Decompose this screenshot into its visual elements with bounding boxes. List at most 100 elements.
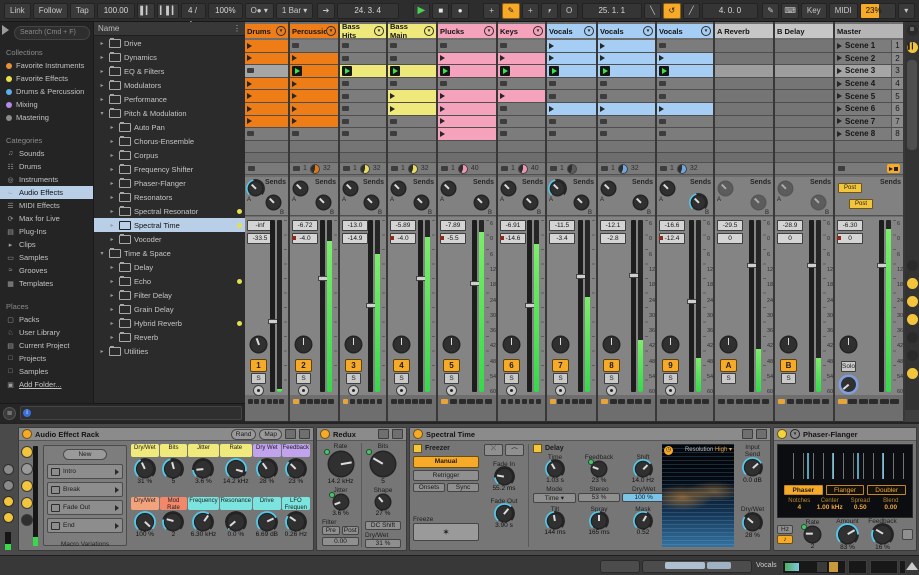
solo-button[interactable]: S [721, 373, 736, 384]
macro-knob[interactable] [227, 513, 244, 530]
freeze-manual-button[interactable]: Manual [413, 456, 479, 468]
mixer-toggle-2[interactable] [906, 296, 918, 307]
freezer-toggle[interactable] [413, 444, 422, 453]
cpu-meter[interactable]: 23% [859, 2, 896, 19]
clip-slot[interactable] [290, 90, 338, 103]
clip-slot[interactable] [388, 115, 436, 129]
tree-arrow-icon[interactable]: ▸ [98, 40, 106, 47]
clip-slot[interactable] [290, 52, 338, 66]
send-b-knob[interactable] [365, 196, 378, 209]
track-activator-button[interactable]: 2 [295, 359, 312, 372]
spray-knob[interactable] [592, 514, 606, 528]
send-a-knob[interactable] [551, 182, 564, 195]
delay-toggle[interactable] [533, 444, 542, 453]
clip-slot[interactable] [775, 115, 833, 129]
tree-item-modulators[interactable]: ▸ Modulators [94, 78, 245, 92]
macro-knob[interactable] [195, 513, 212, 530]
clip-slot[interactable] [547, 115, 596, 129]
track-header[interactable]: Plucks ▾ [438, 24, 496, 38]
expand-icon[interactable]: ▾ [790, 429, 800, 439]
track-activator-button[interactable]: 8 [603, 359, 620, 372]
device-gutter-toggle-0[interactable] [3, 464, 14, 475]
track-header[interactable]: Bass Hits ▾ [340, 22, 386, 40]
rack-toggle-2[interactable] [21, 480, 33, 492]
clip-slot[interactable] [498, 115, 545, 129]
scene-launch-icon[interactable] [837, 42, 842, 49]
scene-slot[interactable]: Scene 7 7 [835, 115, 903, 129]
clip-slot[interactable] [438, 52, 496, 66]
arm-record-button[interactable] [606, 385, 617, 396]
sidebar-item-audio-effects[interactable]: ⨽ Audio Effects [0, 186, 93, 199]
tree-arrow-icon[interactable]: ▾ [98, 250, 106, 257]
clip-slot[interactable] [657, 65, 713, 78]
clip-launch-icon[interactable] [292, 105, 297, 112]
track-activator-button[interactable]: 1 [250, 359, 267, 372]
stop-all-icon[interactable] [501, 166, 508, 171]
clip-launch-icon[interactable] [292, 118, 297, 125]
clip-slot[interactable] [657, 40, 713, 53]
send-b-knob[interactable] [267, 196, 280, 209]
clip-launch-icon[interactable] [659, 105, 664, 112]
clip-slot[interactable] [245, 115, 288, 129]
shift-knob[interactable] [636, 462, 650, 476]
peak-level-field[interactable]: -12.1 [600, 220, 626, 231]
clip-slot[interactable] [657, 128, 713, 141]
clip-playing-icon[interactable] [600, 65, 610, 76]
clip-slot[interactable] [598, 65, 655, 78]
tree-arrow-icon[interactable]: ▾ [98, 110, 106, 117]
sidebar-item-max-for-live[interactable]: ⟳ Max for Live [0, 212, 93, 225]
punch-out-icon[interactable]: ╱ [682, 2, 700, 19]
track-header[interactable]: Vocals ▾ [657, 24, 713, 38]
quantize-menu[interactable]: O● ▾ [244, 2, 274, 19]
onsets-button[interactable]: Onsets [413, 483, 445, 492]
track-header[interactable]: Keys ▾ [498, 24, 545, 38]
tree-arrow-icon[interactable]: ▸ [108, 278, 116, 285]
metronome-icon[interactable]: ▌▎ [137, 2, 156, 19]
rack-toggle-3[interactable] [21, 497, 33, 509]
info-toggle-icon[interactable]: ≣ [3, 406, 16, 420]
pan-knob[interactable] [663, 337, 678, 352]
peak-level-field[interactable]: -6.72 [292, 220, 318, 231]
clip-slot[interactable] [438, 65, 496, 78]
track-header[interactable]: Drums ▾ [245, 24, 288, 38]
tree-arrow-icon[interactable]: ▸ [98, 82, 106, 89]
clip-slot[interactable] [438, 102, 496, 116]
clip-launch-icon[interactable] [292, 93, 297, 100]
collection-item[interactable]: Favorite Effects [0, 72, 93, 85]
resolution-control[interactable]: Resolution High ▾ [685, 446, 732, 453]
mode-select[interactable]: Time ▾ [533, 493, 576, 503]
tree-item-spectral-time[interactable]: ▸ Spectral Time [94, 218, 245, 232]
sidebar-item-grooves[interactable]: ≈ Grooves [0, 264, 93, 277]
tree-item-phaser-flanger[interactable]: ▸ Phaser-Flanger [94, 176, 245, 190]
place-item[interactable]: ▢ Packs [0, 313, 93, 326]
collection-item[interactable]: Mixing [0, 98, 93, 111]
tree-arrow-icon[interactable]: ▸ [108, 320, 116, 327]
send-a-knob[interactable] [661, 182, 674, 195]
stereo-field[interactable]: 53 % [577, 493, 621, 502]
volume-fader[interactable] [366, 220, 377, 392]
track-fold-icon[interactable]: ▾ [276, 26, 286, 36]
bits-knob[interactable] [366, 449, 395, 476]
filter-pre-button[interactable]: Pre [322, 526, 340, 535]
clip-slot[interactable] [598, 102, 655, 116]
clip-slot[interactable] [388, 65, 436, 78]
track-activator-button[interactable]: 4 [393, 359, 410, 372]
sidebar-item-templates[interactable]: ▦ Templates [0, 277, 93, 290]
clip-slot[interactable] [245, 128, 288, 141]
clip-slot[interactable] [547, 77, 596, 91]
follow-button[interactable]: Follow [32, 2, 68, 19]
clip-slot[interactable] [498, 102, 545, 116]
clip-launch-icon[interactable] [292, 55, 297, 62]
volume-fader[interactable] [807, 220, 818, 392]
input-send-knob[interactable] [745, 460, 760, 475]
peak-level-field[interactable]: -6.30 [837, 220, 863, 231]
tree-item-delay[interactable]: ▸ Delay [94, 260, 245, 274]
mixer-toggle-4[interactable] [906, 332, 918, 343]
rack-toggle-4[interactable] [21, 514, 33, 526]
clip-launch-icon[interactable] [247, 80, 252, 87]
hotswap-icon[interactable] [742, 429, 753, 439]
variation-row[interactable]: End [47, 518, 123, 533]
retrigger-button[interactable]: Retrigger [413, 470, 479, 481]
peak-level-field[interactable]: -13.0 [342, 220, 368, 231]
place-item[interactable]: ♘ User Library [0, 326, 93, 339]
